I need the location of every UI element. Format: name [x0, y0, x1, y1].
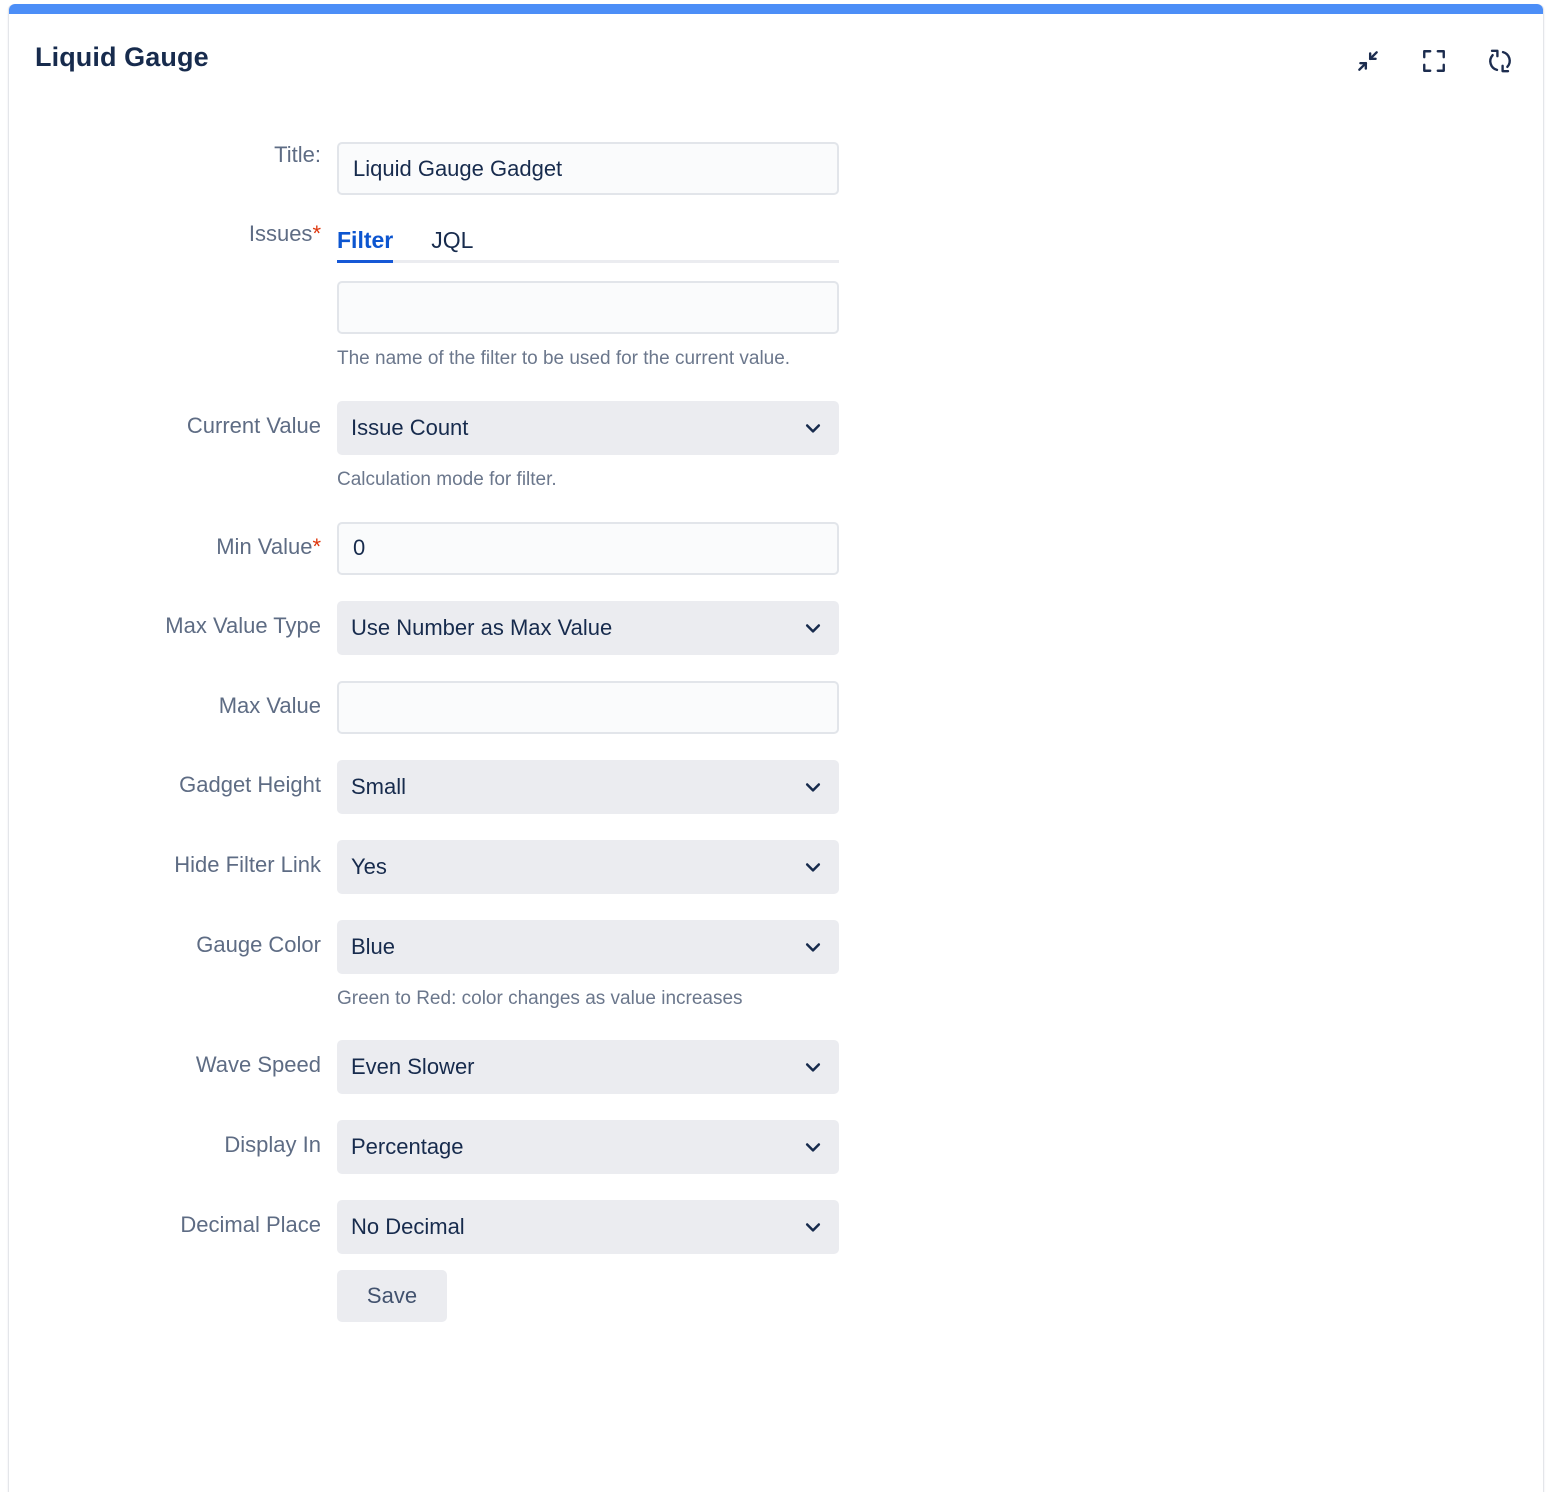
current-value-select-wrap: Issue Count: [337, 401, 839, 455]
max-value-type-label: Max Value Type: [9, 601, 337, 639]
form-row-max-value: Max Value: [9, 681, 1543, 734]
refresh-icon[interactable]: [1485, 46, 1515, 76]
gauge-color-select[interactable]: Blue: [337, 920, 839, 974]
current-value-help-text: Calculation mode for filter.: [337, 465, 837, 496]
filter-name-input[interactable]: [337, 281, 839, 334]
gadget-height-label: Gadget Height: [9, 760, 337, 798]
form-row-min-value: Min Value*: [9, 522, 1543, 575]
form-row-display-in: Display In Percentage: [9, 1120, 1543, 1174]
gadget-configuration-page: Liquid Gauge: [0, 0, 1552, 1492]
decimal-place-select-wrap: No Decimal: [337, 1200, 839, 1254]
form-row-gauge-color: Gauge Color Blue Green to Red: color cha…: [9, 920, 1543, 1015]
display-in-label: Display In: [9, 1120, 337, 1158]
min-value-label: Min Value*: [9, 522, 337, 560]
form-row-gadget-height: Gadget Height Small: [9, 760, 1543, 814]
form-row-title: Title:: [9, 142, 1543, 195]
tab-jql[interactable]: JQL: [431, 229, 473, 260]
filter-help-text: The name of the filter to be used for th…: [337, 344, 837, 375]
issues-label-text: Issues: [249, 221, 313, 246]
form-row-decimal-place: Decimal Place No Decimal: [9, 1200, 1543, 1254]
gauge-color-select-wrap: Blue: [337, 920, 839, 974]
gauge-color-help-text: Green to Red: color changes as value inc…: [337, 984, 839, 1015]
gauge-color-label: Gauge Color: [9, 920, 337, 958]
issues-tabs: Filter JQL: [337, 221, 839, 263]
min-value-input[interactable]: [337, 522, 839, 575]
gadget-height-select-wrap: Small: [337, 760, 839, 814]
current-value-select[interactable]: Issue Count: [337, 401, 839, 455]
decimal-place-label: Decimal Place: [9, 1200, 337, 1238]
wave-speed-select-wrap: Even Slower: [337, 1040, 839, 1094]
display-in-select[interactable]: Percentage: [337, 1120, 839, 1174]
issues-label: Issues*: [9, 221, 337, 247]
hide-filter-link-select[interactable]: Yes: [337, 840, 839, 894]
max-value-type-select-wrap: Use Number as Max Value: [337, 601, 839, 655]
form-row-max-value-type: Max Value Type Use Number as Max Value: [9, 601, 1543, 655]
tab-filter[interactable]: Filter: [337, 229, 393, 260]
max-value-label: Max Value: [9, 681, 337, 719]
card-accent-bar: [9, 4, 1543, 14]
wave-speed-label: Wave Speed: [9, 1040, 337, 1078]
gadget-card: Liquid Gauge: [8, 4, 1544, 1492]
title-label: Title:: [9, 142, 337, 168]
gadget-config-form: Title: Issues* Filter JQL: [9, 142, 1543, 1322]
max-value-input[interactable]: [337, 681, 839, 734]
title-input[interactable]: [337, 142, 839, 195]
form-row-save: Save: [9, 1270, 1543, 1322]
gadget-height-select[interactable]: Small: [337, 760, 839, 814]
hide-filter-link-select-wrap: Yes: [337, 840, 839, 894]
save-button[interactable]: Save: [337, 1270, 447, 1322]
maximize-icon[interactable]: [1419, 46, 1449, 76]
issues-tabs-area: Filter JQL: [337, 221, 839, 263]
form-row-current-value: Current Value Issue Count Calculation mo…: [9, 401, 1543, 496]
min-value-label-text: Min Value: [216, 534, 312, 559]
wave-speed-select[interactable]: Even Slower: [337, 1040, 839, 1094]
issues-required-asterisk: *: [312, 221, 321, 246]
current-value-label: Current Value: [9, 401, 337, 439]
max-value-type-select[interactable]: Use Number as Max Value: [337, 601, 839, 655]
display-in-select-wrap: Percentage: [337, 1120, 839, 1174]
gadget-header: Liquid Gauge: [9, 14, 1543, 114]
header-actions: [1353, 46, 1515, 76]
hide-filter-link-label: Hide Filter Link: [9, 840, 337, 878]
decimal-place-select[interactable]: No Decimal: [337, 1200, 839, 1254]
form-row-hide-filter-link: Hide Filter Link Yes: [9, 840, 1543, 894]
page-title: Liquid Gauge: [35, 44, 209, 71]
min-value-required-asterisk: *: [312, 534, 321, 559]
minimize-icon[interactable]: [1353, 46, 1383, 76]
form-row-issues: Issues* Filter JQL The name of the filte…: [9, 221, 1543, 375]
form-row-wave-speed: Wave Speed Even Slower: [9, 1040, 1543, 1094]
